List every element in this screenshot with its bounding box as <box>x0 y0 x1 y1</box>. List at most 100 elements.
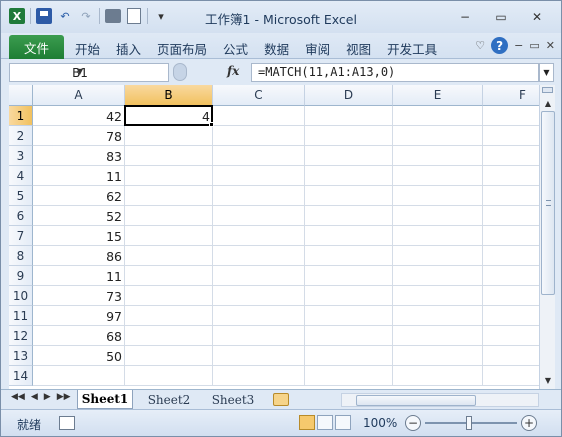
cell-a13[interactable]: 50 <box>33 346 125 366</box>
cell-a9[interactable]: 11 <box>33 266 125 286</box>
cell-a4[interactable]: 11 <box>33 166 125 186</box>
doc-close-button[interactable]: ✕ <box>546 39 555 52</box>
status-ready: 就绪 <box>17 418 42 432</box>
normal-view-icon[interactable] <box>299 415 315 430</box>
zoom-in-button[interactable]: + <box>521 415 537 431</box>
row-header-12[interactable]: 12 <box>9 326 33 346</box>
ribbon-collapse-icon[interactable]: ♡ <box>475 39 485 52</box>
excel-window: X ↶ ↷ ▾ 工作簿1 - Microsoft Excel − ▭ ✕ 文件 … <box>0 0 562 437</box>
formula-input[interactable]: =MATCH(11,A1:A13,0) <box>251 63 539 82</box>
status-bar: 就绪 100% − + <box>1 409 561 436</box>
row-header-8[interactable]: 8 <box>9 246 33 266</box>
scroll-thumb[interactable] <box>541 111 555 295</box>
doc-minimize-button[interactable]: − <box>514 39 523 52</box>
cell-a6[interactable]: 52 <box>33 206 125 226</box>
sheet-tab-sheet1[interactable]: Sheet1 <box>77 390 133 409</box>
doc-restore-button[interactable]: ▭ <box>529 39 539 52</box>
cell-a10[interactable]: 73 <box>33 286 125 306</box>
help-icon[interactable]: ? <box>491 37 509 54</box>
row-header-6[interactable]: 6 <box>9 206 33 226</box>
horizontal-scrollbar[interactable] <box>341 393 539 407</box>
split-box[interactable] <box>542 87 553 93</box>
grip-icon <box>546 200 551 206</box>
cell-a1[interactable]: 42 <box>33 106 125 126</box>
first-sheet-icon[interactable]: ◀◀ <box>11 392 25 402</box>
formula-bar: B1 ▼ fx =MATCH(11,A1:A13,0) ▼ <box>1 60 561 84</box>
cell-a8[interactable]: 86 <box>33 246 125 266</box>
zoom-level[interactable]: 100% <box>363 416 397 430</box>
minimize-button[interactable]: − <box>447 8 483 26</box>
column-header-f[interactable]: F <box>483 85 539 106</box>
sheet-tab-sheet2[interactable]: Sheet2 <box>139 390 199 409</box>
row-header-2[interactable]: 2 <box>9 126 33 146</box>
vertical-scrollbar[interactable]: ▲ ▼ <box>539 85 555 389</box>
zoom-out-button[interactable]: − <box>405 415 421 431</box>
cell-a14[interactable] <box>33 366 125 386</box>
column-header-b[interactable]: B <box>125 85 213 106</box>
formula-bar-splitter[interactable] <box>173 63 187 81</box>
row-header-10[interactable]: 10 <box>9 286 33 306</box>
next-sheet-icon[interactable]: ▶ <box>44 392 51 402</box>
insert-sheet-icon[interactable] <box>273 393 289 406</box>
title-bar: X ↶ ↷ ▾ 工作簿1 - Microsoft Excel − ▭ ✕ <box>1 1 561 33</box>
tab-file[interactable]: 文件 <box>9 35 64 59</box>
cell-a5[interactable]: 62 <box>33 186 125 206</box>
row-header-13[interactable]: 13 <box>9 346 33 366</box>
sheet-nav: ◀◀ ◀ ▶ ▶▶ <box>11 392 71 402</box>
row-header-7[interactable]: 7 <box>9 226 33 246</box>
cell-a3[interactable]: 83 <box>33 146 125 166</box>
column-header-e[interactable]: E <box>393 85 483 106</box>
chevron-down-icon[interactable]: ▼ <box>10 67 150 76</box>
row-header-14[interactable]: 14 <box>9 366 33 386</box>
page-layout-view-icon[interactable] <box>317 415 333 430</box>
column-header-c[interactable]: C <box>213 85 305 106</box>
worksheet-grid[interactable]: A B C D E F 1 42 2 78 3 83 4 11 5 62 6 52 7 15 8 86 9 11 10 73 11 9… <box>9 85 539 389</box>
tab-insert[interactable]: 插入 <box>108 39 149 58</box>
window-controls: − ▭ ✕ <box>447 8 555 26</box>
scroll-up-icon[interactable]: ▲ <box>541 96 555 110</box>
tab-formulas[interactable]: 公式 <box>215 39 256 58</box>
fill-handle[interactable] <box>209 122 214 127</box>
tab-home[interactable]: 开始 <box>67 39 108 58</box>
view-buttons <box>299 415 351 430</box>
row-header-11[interactable]: 11 <box>9 306 33 326</box>
cell-a12[interactable]: 68 <box>33 326 125 346</box>
tab-developer[interactable]: 开发工具 <box>379 39 445 58</box>
column-header-a[interactable]: A <box>33 85 125 106</box>
page-break-view-icon[interactable] <box>335 415 351 430</box>
cell-a7[interactable]: 15 <box>33 226 125 246</box>
cell-a2[interactable]: 78 <box>33 126 125 146</box>
last-sheet-icon[interactable]: ▶▶ <box>57 392 71 402</box>
close-button[interactable]: ✕ <box>519 8 555 26</box>
prev-sheet-icon[interactable]: ◀ <box>31 392 38 402</box>
zoom-slider-thumb[interactable] <box>466 416 472 430</box>
tab-view[interactable]: 视图 <box>338 39 379 58</box>
gridline-vertical <box>304 106 305 386</box>
select-all-corner[interactable] <box>9 85 33 106</box>
maximize-button[interactable]: ▭ <box>483 8 519 26</box>
scroll-down-icon[interactable]: ▼ <box>541 373 555 387</box>
tab-review[interactable]: 审阅 <box>297 39 338 58</box>
insert-function-icon[interactable]: fx <box>227 64 239 78</box>
row-header-5[interactable]: 5 <box>9 186 33 206</box>
hscroll-thumb[interactable] <box>356 395 476 406</box>
column-header-d[interactable]: D <box>305 85 393 106</box>
row-header-3[interactable]: 3 <box>9 146 33 166</box>
gridline-vertical <box>482 106 483 386</box>
ribbon-tabs: 开始 插入 页面布局 公式 数据 审阅 视图 开发工具 <box>67 39 445 58</box>
expand-formula-bar-icon[interactable]: ▼ <box>539 63 554 82</box>
row-header-9[interactable]: 9 <box>9 266 33 286</box>
ribbon-tab-bar: 文件 开始 插入 页面布局 公式 数据 审阅 视图 开发工具 ♡ ? − ▭ ✕ <box>1 33 561 59</box>
gridline-vertical <box>392 106 393 386</box>
ribbon-controls: ♡ ? − ▭ ✕ <box>475 37 555 54</box>
tab-data[interactable]: 数据 <box>256 39 297 58</box>
tab-page-layout[interactable]: 页面布局 <box>149 39 215 58</box>
row-header-4[interactable]: 4 <box>9 166 33 186</box>
cell-a11[interactable]: 97 <box>33 306 125 326</box>
row-header-1[interactable]: 1 <box>9 106 33 126</box>
name-box[interactable]: B1 ▼ <box>9 63 169 82</box>
active-cell-border <box>124 105 213 126</box>
sheet-tab-bar: ◀◀ ◀ ▶ ▶▶ Sheet1 Sheet2 Sheet3 <box>1 389 561 409</box>
sheet-tab-sheet3[interactable]: Sheet3 <box>203 390 263 409</box>
macro-record-icon[interactable] <box>59 416 75 430</box>
